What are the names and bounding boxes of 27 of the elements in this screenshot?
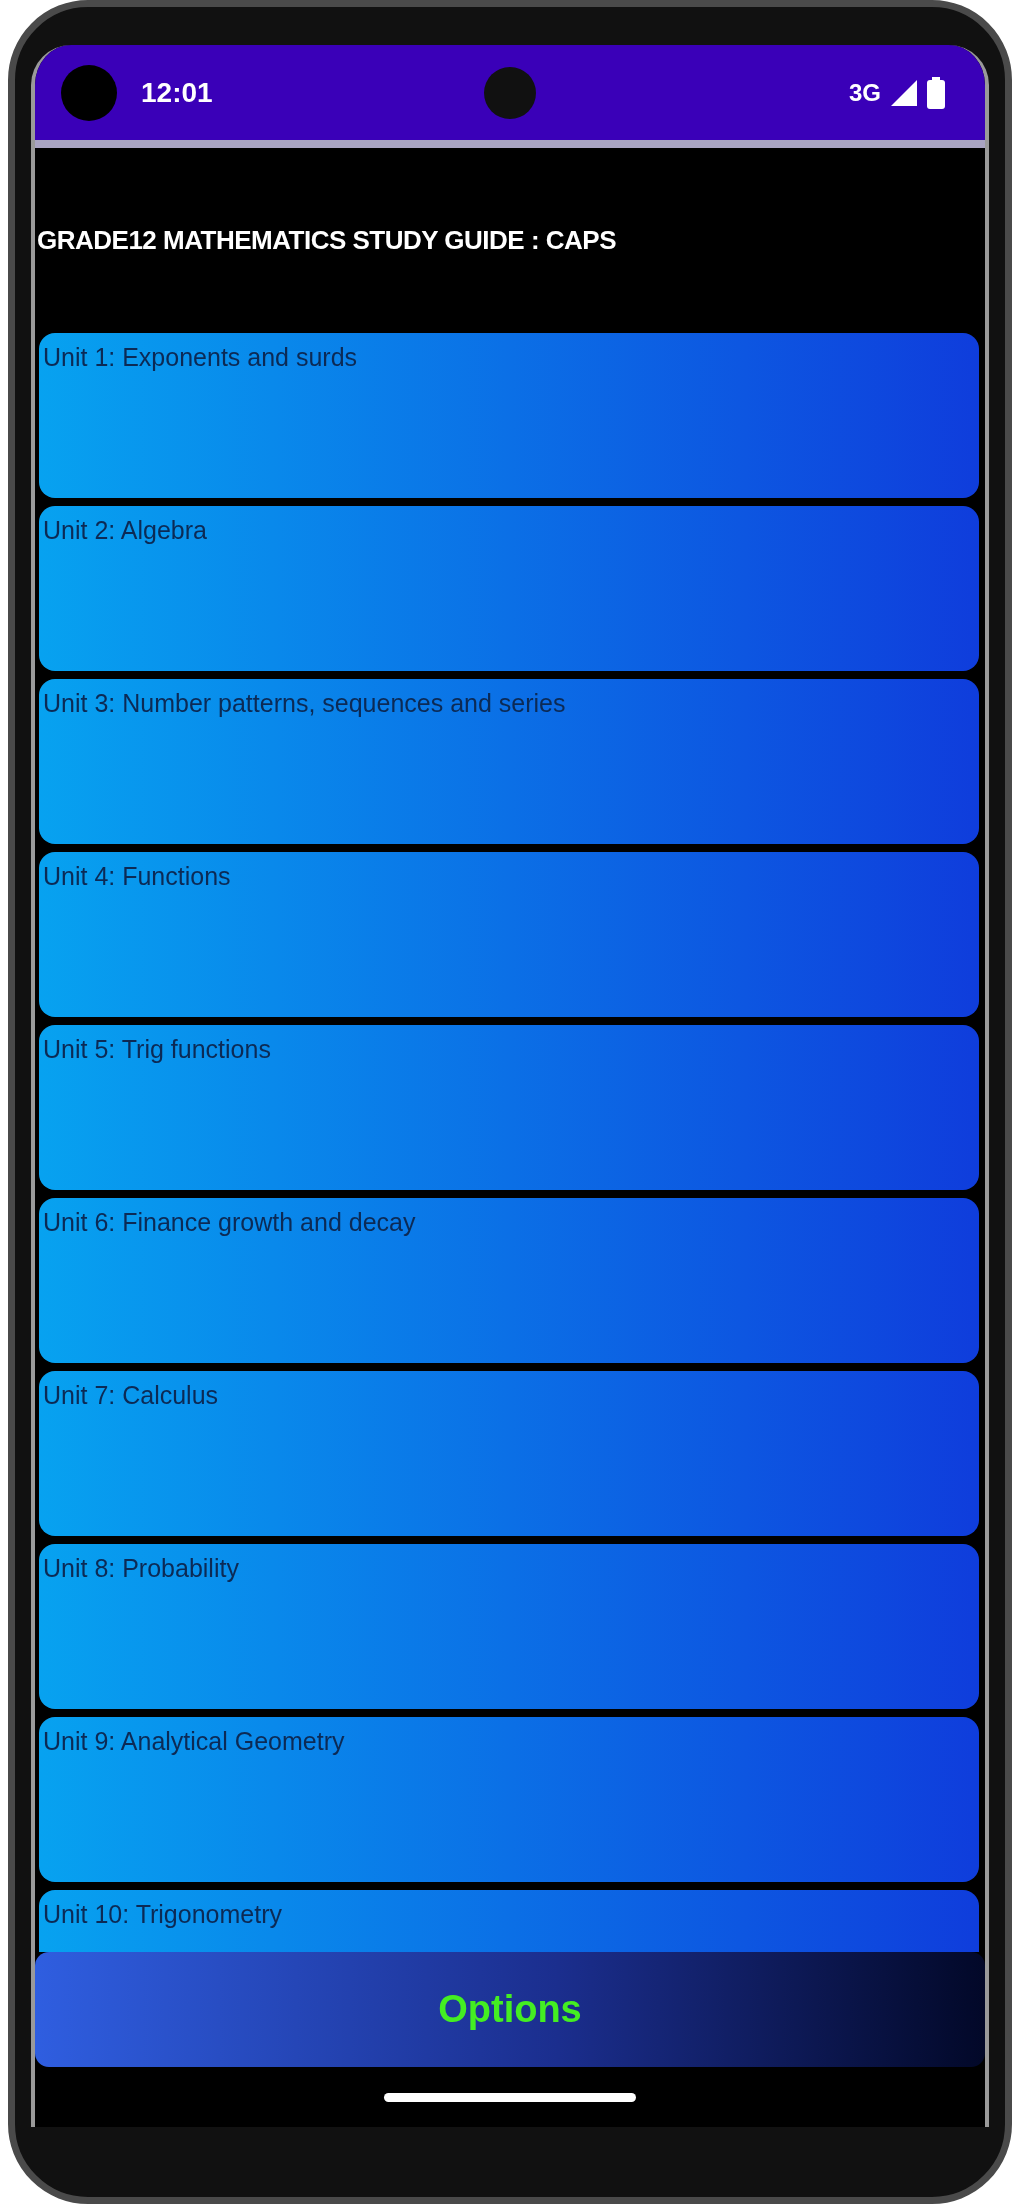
network-type: 3G (849, 78, 881, 107)
unit-card[interactable]: Unit 10: Trigonometry (39, 1890, 979, 1952)
unit-card[interactable]: Unit 7: Calculus (39, 1371, 979, 1537)
unit-card[interactable]: Unit 4: Functions (39, 852, 979, 1018)
battery-icon (927, 76, 945, 109)
options-button[interactable]: Options (35, 1952, 985, 2068)
unit-card[interactable]: Unit 3: Number patterns, sequences and series (39, 679, 979, 845)
unit-label: Unit 1: Exponents and surds (43, 343, 358, 372)
unit-card[interactable]: Unit 6: Finance growth and decay (39, 1198, 979, 1364)
status-time: 12:01 (141, 76, 213, 109)
unit-label: Unit 9: Analytical Geometry (43, 1727, 345, 1756)
unit-label: Unit 10: Trigonometry (43, 1900, 282, 1929)
unit-label: Unit 3: Number patterns, sequences and series (43, 689, 566, 718)
unit-card[interactable]: Unit 1: Exponents and surds (39, 333, 979, 499)
unit-label: Unit 5: Trig functions (43, 1035, 271, 1064)
unit-label: Unit 4: Functions (43, 862, 231, 891)
unit-label: Unit 6: Finance growth and decay (43, 1208, 416, 1237)
camera-icon (484, 66, 536, 119)
unit-card[interactable]: Unit 9: Analytical Geometry (39, 1717, 979, 1883)
unit-label: Unit 8: Probability (43, 1554, 239, 1583)
unit-card[interactable]: Unit 8: Probability (39, 1544, 979, 1710)
unit-card[interactable]: Unit 2: Algebra (39, 506, 979, 672)
home-indicator[interactable] (384, 2092, 636, 2102)
page-title: GRADE12 MATHEMATICS STUDY GUIDE : CAPS (36, 224, 618, 258)
unit-card[interactable]: Unit 5: Trig functions (39, 1025, 979, 1191)
unit-label: Unit 7: Calculus (43, 1381, 219, 1410)
unit-label: Unit 2: Algebra (43, 516, 207, 545)
